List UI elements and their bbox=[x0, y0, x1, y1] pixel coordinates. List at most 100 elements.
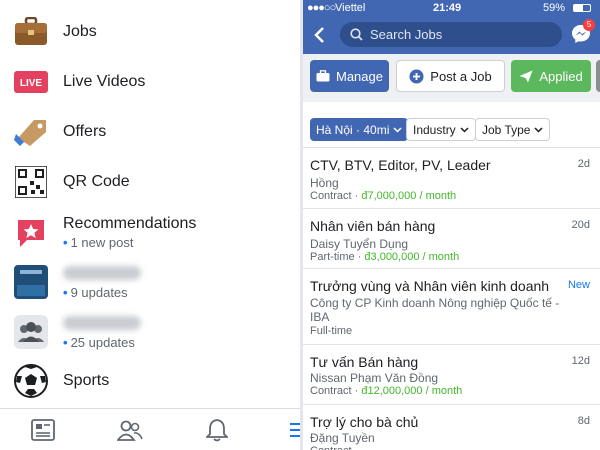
post-job-label: Post a Job bbox=[430, 68, 492, 84]
menu-item-sub: • 1 new post bbox=[63, 235, 134, 250]
update-count: 1 new post bbox=[70, 235, 134, 250]
new-badge: New bbox=[567, 279, 590, 291]
job-type: Contract bbox=[310, 445, 352, 450]
offer-tag-icon bbox=[14, 115, 48, 149]
job-company-cont: IBA bbox=[310, 310, 330, 324]
menu-item-sports[interactable]: Sports bbox=[0, 356, 300, 406]
update-count: 25 updates bbox=[70, 335, 135, 350]
job-type: Part-time bbox=[310, 251, 355, 263]
job-company: Đặng Tuyền bbox=[310, 431, 375, 445]
menu-item-label: QR Code bbox=[63, 173, 130, 190]
location-filter[interactable]: Hà Nội · 40mi bbox=[310, 118, 409, 141]
job-type: Contract bbox=[310, 385, 352, 397]
menu-item-label: Offers bbox=[63, 123, 107, 140]
battery-percent: 59% bbox=[543, 2, 566, 14]
shortcuts-menu: Jobs LIVE Live Videos Offers QR Code Rec… bbox=[0, 0, 300, 450]
job-age: 20d bbox=[571, 219, 590, 231]
messenger-badge: 5 bbox=[583, 19, 595, 31]
job-salary: đ3,000,000 / month bbox=[364, 251, 460, 263]
jobs-screen: ●●●○○ Viettel 21:49 59% Search Jobs 5 Ma… bbox=[303, 0, 600, 450]
menu-item-label: Recommendations bbox=[63, 215, 197, 232]
more-tab-button[interactable] bbox=[596, 60, 600, 92]
menu-item-qr-code[interactable]: QR Code bbox=[0, 157, 300, 207]
job-salary: đ7,000,000 / month bbox=[361, 190, 457, 202]
job-listing[interactable]: Trợ lý cho bà chủ 8d Đặng Tuyền Contract bbox=[303, 405, 600, 450]
battery-icon bbox=[573, 4, 591, 12]
menu-item-group[interactable]: • 9 updates bbox=[0, 257, 300, 307]
chevron-down-icon bbox=[393, 126, 402, 133]
back-arrow-icon[interactable] bbox=[313, 26, 325, 49]
job-meta: Contract · đ12,000,000 / month bbox=[310, 385, 463, 397]
job-salary: đ12,000,000 / month bbox=[361, 385, 463, 397]
clock: 21:49 bbox=[433, 2, 462, 14]
job-meta: Part-time · đ3,000,000 / month bbox=[310, 251, 460, 263]
job-age: 2d bbox=[577, 158, 590, 170]
job-listing[interactable]: Trưởng vùng và Nhân viên kinh doanh New … bbox=[303, 269, 600, 345]
manage-button[interactable]: Manage bbox=[310, 60, 389, 92]
chevron-down-icon bbox=[534, 126, 544, 133]
job-listing[interactable]: Tư vấn Bán hàng 12d Nissan Phạm Văn Đồng… bbox=[303, 345, 600, 405]
menu-item-offers[interactable]: Offers bbox=[0, 107, 300, 157]
menu-item-sub: • 9 updates bbox=[63, 285, 128, 300]
applied-label: Applied bbox=[539, 68, 583, 84]
blurred-group-name bbox=[63, 266, 141, 280]
job-company: Hồng bbox=[310, 176, 339, 190]
action-bar: Manage Post a Job Applied bbox=[303, 54, 600, 102]
notifications-icon[interactable] bbox=[204, 418, 230, 442]
briefcase-icon bbox=[316, 70, 330, 82]
group-avatar-icon bbox=[14, 265, 48, 299]
plus-circle-icon bbox=[409, 69, 424, 83]
news-feed-icon[interactable] bbox=[30, 418, 56, 442]
job-type: Full-time bbox=[310, 325, 353, 337]
signal-icon: ●●●○○ bbox=[307, 2, 336, 14]
job-company: Công ty CP Kinh doanh Nông nghiệp Quốc t… bbox=[310, 296, 560, 310]
post-job-button[interactable]: Post a Job bbox=[396, 60, 505, 92]
svg-text:LIVE: LIVE bbox=[20, 78, 43, 89]
job-meta: Contract · đ7,000,000 / month bbox=[310, 190, 457, 202]
job-type: Contract bbox=[310, 190, 352, 202]
filter-bar: Hà Nội · 40mi Industry Job Type bbox=[303, 102, 600, 148]
job-company: Nissan Phạm Văn Đồng bbox=[310, 371, 439, 385]
industry-filter-label: Industry bbox=[413, 122, 456, 137]
manage-label: Manage bbox=[336, 68, 383, 84]
menu-item-group[interactable]: • 25 updates bbox=[0, 307, 300, 357]
menu-item-recommendations[interactable]: Recommendations • 1 new post bbox=[0, 207, 300, 257]
job-listing[interactable]: Nhân viên bán hàng 20d Daisy Tuyển Dụng … bbox=[303, 209, 600, 269]
job-title: Trợ lý cho bà chủ bbox=[310, 414, 419, 430]
qr-code-icon bbox=[14, 165, 48, 199]
job-age: 8d bbox=[577, 415, 590, 427]
search-icon bbox=[350, 28, 363, 41]
search-input[interactable]: Search Jobs bbox=[340, 22, 562, 47]
live-icon: LIVE bbox=[14, 65, 48, 99]
job-company: Daisy Tuyển Dụng bbox=[310, 237, 409, 251]
industry-filter[interactable]: Industry bbox=[406, 118, 476, 141]
job-listing[interactable]: CTV, BTV, Editor, PV, Leader 2d Hồng Con… bbox=[303, 148, 600, 209]
status-bar: ●●●○○ Viettel 21:49 59% bbox=[303, 0, 600, 16]
menu-icon[interactable] bbox=[290, 423, 300, 437]
search-placeholder: Search Jobs bbox=[370, 27, 443, 42]
group-people-icon bbox=[14, 315, 48, 349]
update-count: 9 updates bbox=[70, 285, 128, 300]
menu-item-label: Sports bbox=[63, 372, 110, 389]
carrier-name: Viettel bbox=[335, 2, 366, 14]
chevron-down-icon bbox=[460, 126, 469, 133]
recommendations-icon bbox=[14, 216, 48, 250]
job-title: Tư vấn Bán hàng bbox=[310, 354, 419, 370]
menu-item-jobs[interactable]: Jobs bbox=[0, 7, 300, 57]
job-type-filter[interactable]: Job Type bbox=[475, 118, 551, 141]
blurred-group-name bbox=[63, 316, 141, 330]
job-age: 12d bbox=[571, 355, 590, 367]
job-type-filter-label: Job Type bbox=[482, 122, 531, 137]
top-navbar: Search Jobs 5 bbox=[303, 16, 600, 54]
briefcase-icon bbox=[14, 15, 48, 49]
menu-item-label: Live Videos bbox=[63, 73, 146, 90]
friends-icon[interactable] bbox=[117, 418, 143, 442]
menu-item-label: Jobs bbox=[63, 23, 97, 40]
applied-button[interactable]: Applied bbox=[511, 60, 591, 92]
messenger-icon[interactable]: 5 bbox=[571, 19, 595, 49]
menu-item-sub: • 25 updates bbox=[63, 335, 135, 350]
send-icon bbox=[519, 70, 533, 82]
job-title: Trưởng vùng và Nhân viên kinh doanh bbox=[310, 278, 550, 294]
job-title: Nhân viên bán hàng bbox=[310, 218, 436, 234]
menu-item-live-videos[interactable]: LIVE Live Videos bbox=[0, 57, 300, 107]
